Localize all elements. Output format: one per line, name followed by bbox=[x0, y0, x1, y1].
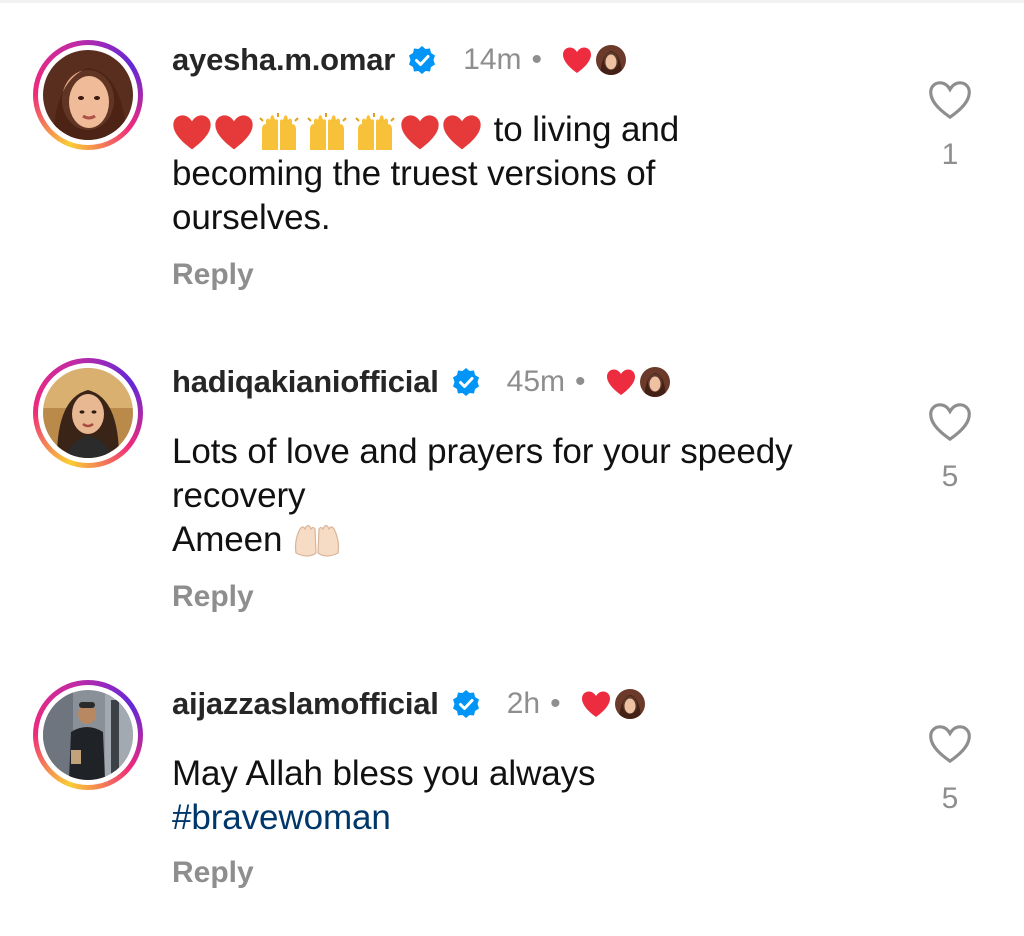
username[interactable]: hadiqakianiofficial bbox=[172, 364, 439, 400]
comment-time: 45m bbox=[506, 365, 566, 398]
comment-line: May Allah bless you always bbox=[172, 754, 596, 793]
creator-avatar bbox=[596, 45, 627, 75]
like-button[interactable]: 5 bbox=[925, 724, 975, 816]
comment-time: 2h bbox=[506, 687, 541, 720]
comment-time: 14m bbox=[463, 43, 522, 76]
heart-outline-icon bbox=[929, 403, 971, 442]
reply-button[interactable]: Reply bbox=[172, 580, 254, 614]
creator-liked-heart-icon bbox=[581, 690, 611, 718]
emoji-group bbox=[172, 112, 484, 152]
meta-separator: • bbox=[531, 43, 543, 76]
avatar[interactable] bbox=[33, 40, 143, 150]
creator-avatar bbox=[614, 689, 645, 719]
comment-text: May Allah bless you always #bravewoman bbox=[172, 752, 872, 840]
comment-text: to living and becoming the truest versio… bbox=[172, 108, 872, 240]
username[interactable]: ayesha.m.omar bbox=[172, 42, 395, 78]
verified-badge-icon bbox=[451, 689, 481, 719]
comment-text: Lots of love and prayers for your speedy… bbox=[172, 430, 872, 562]
like-button[interactable]: 1 bbox=[925, 80, 975, 172]
comment-line: Ameen bbox=[172, 520, 283, 559]
raising-hands-icon bbox=[307, 112, 347, 150]
like-count: 5 bbox=[941, 460, 959, 493]
reply-button[interactable]: Reply bbox=[172, 856, 254, 890]
comment-line: becoming the truest versions of bbox=[172, 154, 656, 193]
avatar[interactable] bbox=[33, 358, 143, 468]
raising-hands-icon bbox=[355, 112, 395, 150]
username[interactable]: aijazzaslamofficial bbox=[172, 686, 439, 722]
creator-liked-heart-icon bbox=[606, 368, 636, 396]
top-divider bbox=[0, 0, 1024, 3]
verified-badge-icon bbox=[451, 367, 481, 397]
comment-line: recovery bbox=[172, 476, 306, 515]
like-count: 1 bbox=[941, 138, 959, 171]
reply-button[interactable]: Reply bbox=[172, 258, 254, 292]
heart-outline-icon bbox=[929, 81, 971, 120]
like-button[interactable]: 5 bbox=[925, 402, 975, 494]
red-heart-icon bbox=[443, 115, 481, 150]
comment-header: ayesha.m.omar 14m • bbox=[172, 38, 627, 82]
red-heart-icon bbox=[173, 115, 211, 150]
comment-header: aijazzaslamofficial 2h • bbox=[172, 682, 645, 726]
meta-separator: • bbox=[575, 365, 586, 398]
red-heart-icon bbox=[215, 115, 253, 150]
comment-line: Lots of love and prayers for your speedy bbox=[172, 432, 793, 471]
comment-header: hadiqakianiofficial 45m • bbox=[172, 360, 670, 404]
comment-line: to living and bbox=[493, 110, 680, 149]
like-count: 5 bbox=[941, 782, 959, 815]
avatar[interactable] bbox=[33, 680, 143, 790]
emoji-group bbox=[292, 523, 344, 561]
raising-hands-icon bbox=[259, 112, 299, 150]
red-heart-icon bbox=[401, 115, 439, 150]
heart-outline-icon bbox=[929, 725, 971, 764]
meta-separator: • bbox=[550, 687, 561, 720]
creator-liked-heart-icon bbox=[562, 46, 592, 74]
verified-badge-icon bbox=[407, 45, 437, 75]
palms-up-together-icon bbox=[294, 524, 340, 557]
hashtag-link[interactable]: #bravewoman bbox=[172, 798, 391, 837]
creator-avatar bbox=[639, 367, 670, 397]
comment-line: ourselves. bbox=[172, 198, 331, 237]
